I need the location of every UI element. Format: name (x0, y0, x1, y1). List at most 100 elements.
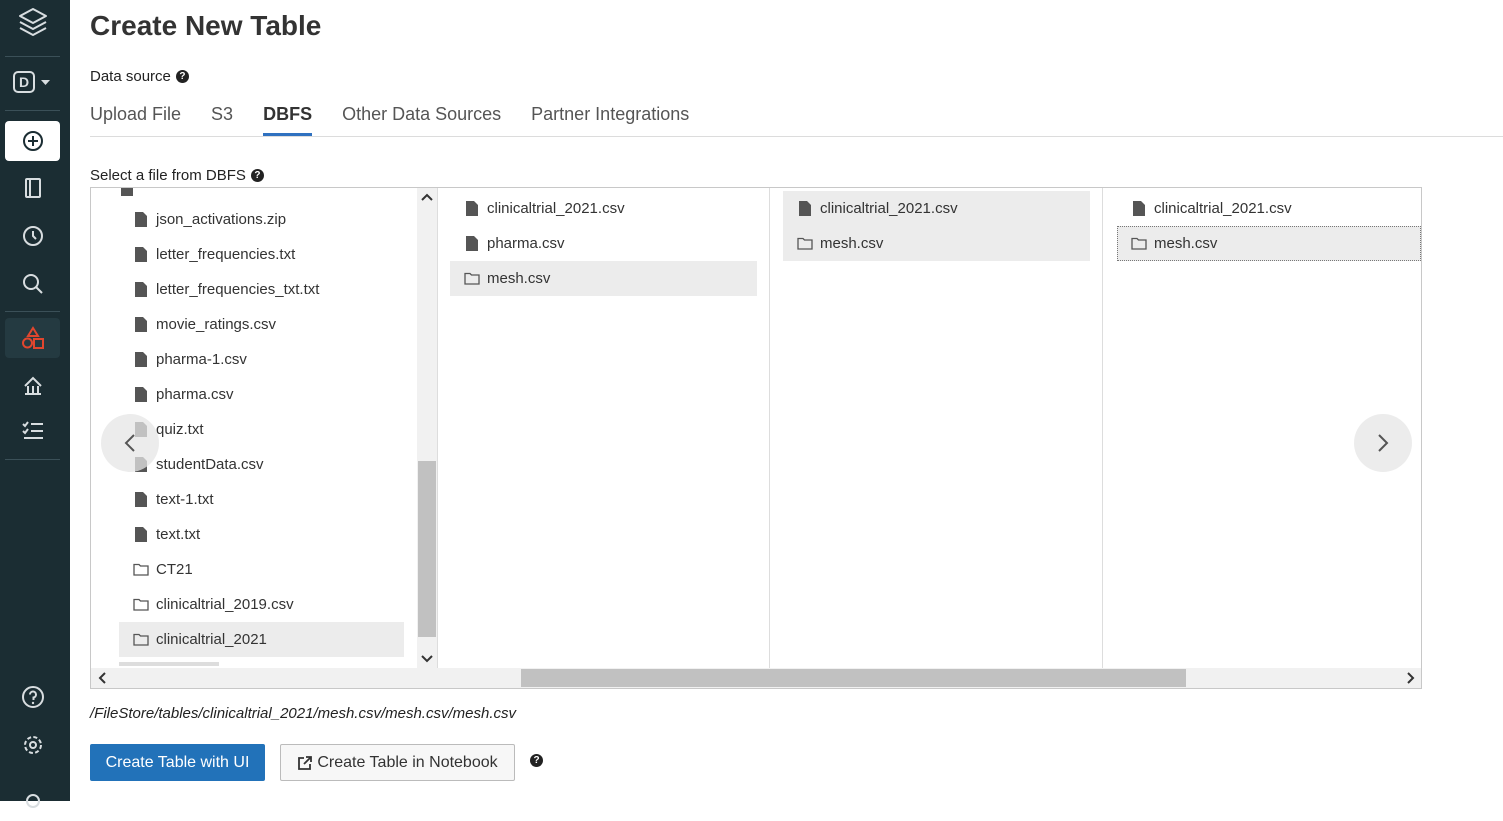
file-icon (797, 201, 813, 217)
external-link-icon (298, 755, 313, 770)
file-list-item[interactable]: studentData.csv (119, 447, 404, 482)
browser-column-2[interactable]: clinicaltrial_2021.csv pharma.csv mesh.csv (437, 188, 770, 668)
scrollbar-thumb[interactable] (418, 461, 436, 637)
data-source-text: Data source (90, 68, 171, 85)
folder-icon (464, 271, 480, 287)
file-list-item[interactable]: pharma.csv (119, 377, 404, 412)
file-icon (133, 352, 149, 368)
file-list-item[interactable]: pharma-1.csv (119, 342, 404, 377)
list-item-partial[interactable] (119, 188, 404, 196)
selected-file-path: /FileStore/tables/clinicaltrial_2021/mes… (90, 705, 516, 722)
item-label: pharma.csv (156, 386, 234, 403)
data-shapes-icon[interactable] (5, 318, 60, 358)
file-icon (133, 247, 149, 263)
item-label: text-1.txt (156, 491, 214, 508)
folder-list-item[interactable]: clinicaltrial_2021 (119, 622, 404, 657)
chevron-right-icon (1378, 434, 1389, 452)
previous-column-button[interactable] (101, 414, 159, 472)
workspace-switcher[interactable]: D (5, 62, 60, 102)
create-notebook-label: Create Table in Notebook (317, 753, 498, 771)
data-source-help-icon[interactable]: ? (175, 70, 189, 83)
tab-partner-integrations[interactable]: Partner Integrations (531, 104, 689, 135)
browser-column-3[interactable]: clinicaltrial_2021.csv mesh.csv (769, 188, 1103, 668)
file-list-item[interactable]: clinicaltrial_2021.csv (450, 191, 757, 226)
folder-list-item[interactable]: mesh.csv (1117, 226, 1421, 261)
file-list-item[interactable]: letter_frequencies_txt.txt (119, 272, 404, 307)
file-list-item[interactable]: quiz.txt (119, 412, 404, 447)
folder-icon (1131, 236, 1147, 252)
search-icon[interactable] (5, 264, 60, 304)
select-file-help-icon[interactable]: ? (250, 169, 264, 182)
file-list-item[interactable]: pharma.csv (450, 226, 757, 261)
select-file-text: Select a file from DBFS (90, 167, 246, 184)
item-label: clinicaltrial_2019.csv (156, 596, 294, 613)
item-label: mesh.csv (1154, 235, 1218, 252)
select-file-label: Select a file from DBFS ? (90, 167, 264, 184)
file-list-item[interactable]: json_activations.zip (119, 202, 404, 237)
file-list-item[interactable]: clinicaltrial_2021.csv (1117, 191, 1421, 226)
chevron-left-icon (124, 434, 135, 452)
scroll-left-arrow-icon[interactable] (93, 668, 110, 688)
recents-clock-icon[interactable] (5, 216, 60, 256)
file-icon (133, 317, 149, 333)
folder-icon (133, 562, 149, 578)
workspace-letter: D (18, 74, 28, 90)
item-label: mesh.csv (487, 270, 551, 287)
help-icon[interactable] (5, 677, 60, 717)
create-table-in-notebook-button[interactable]: Create Table in Notebook (280, 744, 515, 781)
file-icon (133, 212, 149, 228)
notebook-icon[interactable] (5, 168, 60, 208)
data-source-label: Data source ? (90, 68, 189, 85)
next-column-button[interactable] (1354, 414, 1412, 472)
databricks-logo-icon[interactable] (5, 3, 60, 43)
tab-dbfs[interactable]: DBFS (263, 104, 313, 136)
scroll-down-arrow-icon[interactable] (417, 650, 437, 667)
list-item-partial[interactable] (119, 658, 404, 668)
file-list-item[interactable]: text.txt (119, 517, 404, 552)
compute-cluster-icon[interactable] (5, 366, 60, 406)
scroll-up-arrow-icon[interactable] (417, 188, 437, 205)
file-icon (133, 282, 149, 298)
sidebar-divider (5, 459, 60, 460)
item-label: clinicaltrial_2021.csv (487, 200, 625, 217)
user-icon[interactable] (5, 781, 60, 821)
item-label: json_activations.zip (156, 211, 287, 228)
item-label: movie_ratings.csv (156, 316, 277, 333)
file-list-item[interactable]: movie_ratings.csv (119, 307, 404, 342)
item-label: mesh.csv (820, 235, 884, 252)
scrollbar-thumb[interactable] (521, 669, 1186, 687)
tab-other-data-sources[interactable]: Other Data Sources (342, 104, 501, 135)
file-icon (464, 201, 480, 217)
create-table-help-icon[interactable]: ? (530, 754, 543, 767)
create-plus-icon[interactable] (5, 121, 60, 161)
folder-icon (133, 632, 149, 648)
folder-list-item[interactable]: CT21 (119, 552, 404, 587)
item-label: pharma-1.csv (156, 351, 247, 368)
scroll-right-arrow-icon[interactable] (1402, 668, 1419, 688)
column-1-vertical-scrollbar[interactable] (417, 188, 437, 668)
create-table-with-ui-button[interactable]: Create Table with UI (90, 744, 265, 781)
item-label: letter_frequencies.txt (156, 246, 296, 263)
settings-gear-icon[interactable] (5, 725, 60, 765)
folder-list-item[interactable]: clinicaltrial_2019.csv (119, 587, 404, 622)
folder-list-item[interactable]: mesh.csv (450, 261, 757, 296)
item-label: pharma.csv (487, 235, 565, 252)
file-list-item[interactable]: letter_frequencies.txt (119, 237, 404, 272)
file-icon (133, 387, 149, 403)
dbfs-file-browser: json_activations.zip letter_frequencies.t… (90, 187, 1422, 689)
item-label: clinicaltrial_2021.csv (1154, 200, 1292, 217)
partial-row-text (119, 662, 219, 666)
tab-s3[interactable]: S3 (211, 104, 233, 135)
folder-list-item[interactable]: mesh.csv (783, 226, 1090, 261)
item-label: CT21 (156, 561, 193, 578)
item-label: quiz.txt (156, 421, 204, 438)
file-icon (133, 492, 149, 508)
sidebar-divider (5, 311, 60, 312)
file-list-item[interactable]: clinicaltrial_2021.csv (783, 191, 1090, 226)
tab-upload-file[interactable]: Upload File (90, 104, 181, 135)
file-list-item[interactable]: text-1.txt (119, 482, 404, 517)
browser-horizontal-scrollbar[interactable] (91, 668, 1421, 688)
jobs-list-icon[interactable] (5, 411, 60, 451)
sidebar-divider (5, 110, 60, 111)
tabs-divider (90, 136, 1503, 137)
